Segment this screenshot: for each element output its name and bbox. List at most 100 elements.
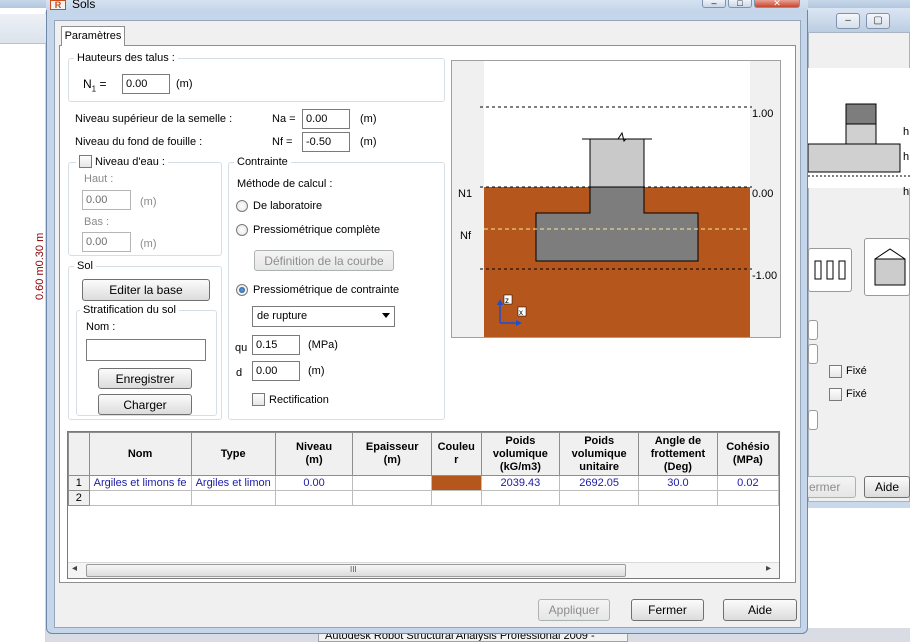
soil-diagram: N1 Nf 1.00 0.00 -1.00 z x — [451, 60, 781, 338]
sols-dialog-titlebar[interactable] — [46, 0, 808, 10]
nom-input[interactable] — [86, 339, 206, 361]
table-cell[interactable] — [352, 475, 432, 491]
na-unit: (m) — [360, 113, 377, 125]
maximize-button[interactable]: □ — [728, 0, 752, 8]
bg-label-h3: h — [903, 186, 910, 198]
table-cell[interactable]: 2039.43 — [480, 475, 561, 491]
col-header[interactable]: Cohésio (MPa) — [716, 432, 779, 476]
table-cell[interactable] — [274, 490, 354, 506]
table-cell[interactable]: Argiles et limons fe — [88, 475, 192, 491]
qu-unit: (MPa) — [308, 339, 338, 351]
niveau-eau-title: Niveau d'eau : — [95, 155, 165, 168]
column-shape — [589, 138, 645, 190]
col-header[interactable]: Type — [190, 432, 276, 476]
qu-input[interactable]: 0.15 — [252, 335, 300, 355]
bg-fixe-label-2: Fixé — [846, 388, 867, 400]
niveau-eau-checkbox[interactable] — [79, 155, 92, 168]
qu-label: qu — [235, 342, 248, 354]
row-number[interactable]: 2 — [68, 490, 90, 506]
bg-fixe-checkbox-2[interactable] — [829, 388, 842, 401]
bg-field-1[interactable] — [808, 320, 818, 340]
dialog-title: Sols — [72, 0, 96, 11]
table-cell[interactable] — [88, 490, 192, 506]
rectification-checkbox[interactable] — [252, 393, 265, 406]
diagram-label-n1: N1 — [458, 188, 472, 200]
col-header[interactable]: Poids volumique unitaire — [559, 432, 640, 476]
col-header[interactable]: Angle de frottement (Deg) — [638, 432, 718, 476]
minimize-button[interactable]: – — [702, 0, 726, 8]
scrollbar-grip-icon: III — [350, 565, 357, 574]
bg-tool-button-2[interactable] — [864, 238, 910, 296]
scroll-left-arrow-icon[interactable]: ◂ — [72, 563, 77, 574]
na-input[interactable]: 0.00 — [302, 109, 350, 129]
bg-foundation-icon-1 — [814, 260, 846, 280]
table-cell[interactable]: Argiles et limon — [190, 475, 276, 491]
pressio-contrainte-label: Pressiométrique de contrainte — [253, 284, 400, 296]
nf-unit: (m) — [360, 136, 377, 148]
col-header[interactable]: Couleu r — [431, 432, 482, 476]
table-row[interactable]: 1 Argiles et limons fe Argiles et limon … — [68, 475, 779, 491]
col-header[interactable]: Nom — [88, 432, 192, 476]
soil-diagram-canvas: N1 Nf 1.00 0.00 -1.00 z x — [452, 61, 780, 337]
table-cell[interactable] — [559, 490, 640, 506]
pressio-contrainte-radio[interactable] — [236, 284, 248, 296]
tab-parametres[interactable]: Paramètres — [61, 26, 125, 46]
close-window-button[interactable]: ✕ — [754, 0, 800, 8]
table-cell[interactable]: 30.0 — [638, 475, 718, 491]
table-cell[interactable] — [431, 490, 482, 506]
pressio-complete-label: Pressiométrique complète — [253, 224, 381, 236]
niveau-eau-legend: Niveau d'eau : — [76, 155, 168, 168]
bas-input[interactable]: 0.00 — [82, 232, 131, 252]
table-cell[interactable]: 0.02 — [716, 475, 779, 491]
charger-button[interactable]: Charger — [98, 394, 192, 415]
col-header[interactable]: Poids volumique (kG/m3) — [480, 432, 561, 476]
editer-base-button[interactable]: Editer la base — [82, 279, 210, 301]
row-number[interactable]: 1 — [68, 475, 90, 491]
aide-button[interactable]: Aide — [723, 599, 797, 621]
table-cell[interactable] — [716, 490, 779, 506]
mode-select-value: de rupture — [257, 310, 308, 322]
table-cell[interactable] — [352, 490, 432, 506]
laboratoire-radio[interactable] — [236, 200, 248, 212]
bas-unit: (m) — [140, 238, 157, 250]
table-cell[interactable]: 2692.05 — [559, 475, 640, 491]
sol-title: Sol — [74, 260, 96, 272]
d-input[interactable]: 0.00 — [252, 361, 300, 381]
pressio-complete-radio[interactable] — [236, 224, 248, 236]
d-label: d — [236, 367, 243, 379]
bg-field-3[interactable] — [808, 410, 818, 430]
bg-help-button[interactable]: Aide — [864, 476, 910, 498]
table-row[interactable]: 2 — [68, 490, 779, 506]
bg-column-top — [845, 103, 877, 125]
rectification-label: Rectification — [269, 394, 329, 406]
chevron-down-icon — [382, 313, 390, 318]
table-cell[interactable]: 0.00 — [274, 475, 354, 491]
appliquer-button[interactable]: Appliquer — [538, 599, 610, 621]
col-header[interactable]: Epaisseur (m) — [352, 432, 432, 476]
table-cell[interactable] — [480, 490, 561, 506]
enregistrer-sous-button[interactable]: Enregistrer sous... — [98, 368, 192, 406]
mode-select[interactable]: de rupture — [252, 306, 395, 327]
bg-tool-button-1[interactable] — [808, 248, 852, 292]
haut-input[interactable]: 0.00 — [82, 190, 131, 210]
definition-courbe-button[interactable]: Définition de la courbe — [254, 250, 394, 271]
bg-field-2[interactable] — [808, 344, 818, 364]
fermer-button[interactable]: Fermer — [631, 599, 704, 621]
col-header[interactable]: Niveau (m) — [274, 432, 354, 476]
table-cell[interactable] — [638, 490, 718, 506]
scroll-right-arrow-icon[interactable]: ▸ — [766, 563, 771, 574]
niveau-fond-label: Niveau du fond de fouille : — [75, 136, 203, 148]
bg-label-h2: h — [903, 151, 910, 163]
diagram-label-nf: Nf — [460, 230, 472, 242]
background-minimize-button[interactable]: – — [836, 13, 860, 29]
bg-fixe-checkbox-1[interactable] — [829, 365, 842, 378]
color-swatch-cell[interactable] — [431, 475, 482, 491]
robot-app-icon: R — [50, 0, 66, 10]
bas-label: Bas : — [84, 216, 110, 228]
nf-input[interactable]: -0.50 — [302, 132, 350, 152]
background-restore-button[interactable]: ▢ — [866, 13, 890, 29]
n1-label: N1 = — [83, 77, 107, 94]
table-cell[interactable] — [190, 490, 276, 506]
n1-input[interactable]: 0.00 — [122, 74, 170, 94]
bg-close-button[interactable]: ermer — [806, 476, 856, 498]
